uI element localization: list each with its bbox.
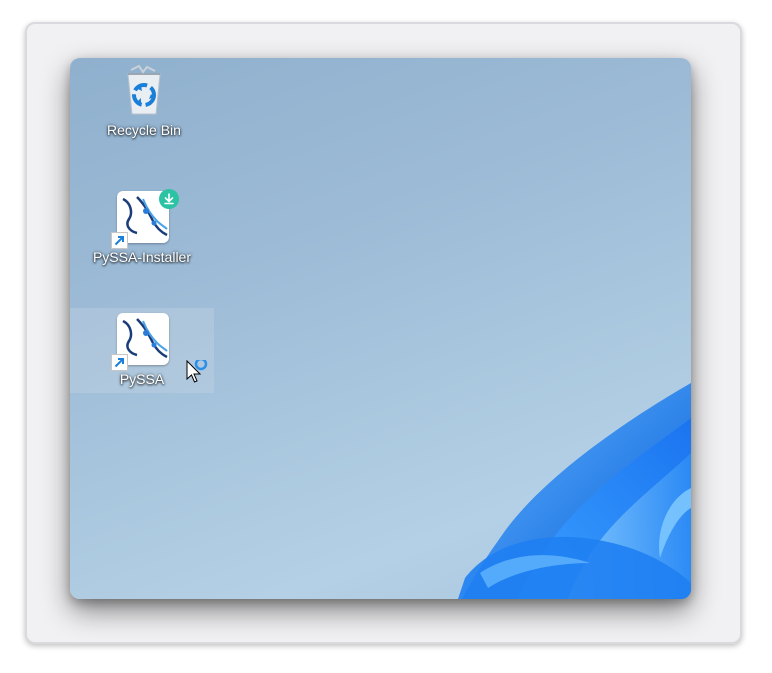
desktop-icon-label: Recycle Bin [107,122,181,138]
download-icon [159,189,179,209]
busy-cursor-icon [186,360,208,383]
pyssa-icon [111,313,169,371]
pyssa-installer-icon [111,189,179,249]
desktop-icon-label: PySSA [119,371,165,387]
shortcut-arrow-icon [111,232,128,249]
shortcut-arrow-icon [111,354,128,371]
desktop-icon-label: PySSA-Installer [92,249,192,265]
desktop-icon-pyssa-installer[interactable]: PySSA-Installer [70,189,214,265]
recycle-bin-icon [117,64,171,118]
desktop[interactable]: Recycle Bin PySSA-Installer PySSA [70,58,691,599]
desktop-icon-recycle-bin[interactable]: Recycle Bin [72,64,216,138]
